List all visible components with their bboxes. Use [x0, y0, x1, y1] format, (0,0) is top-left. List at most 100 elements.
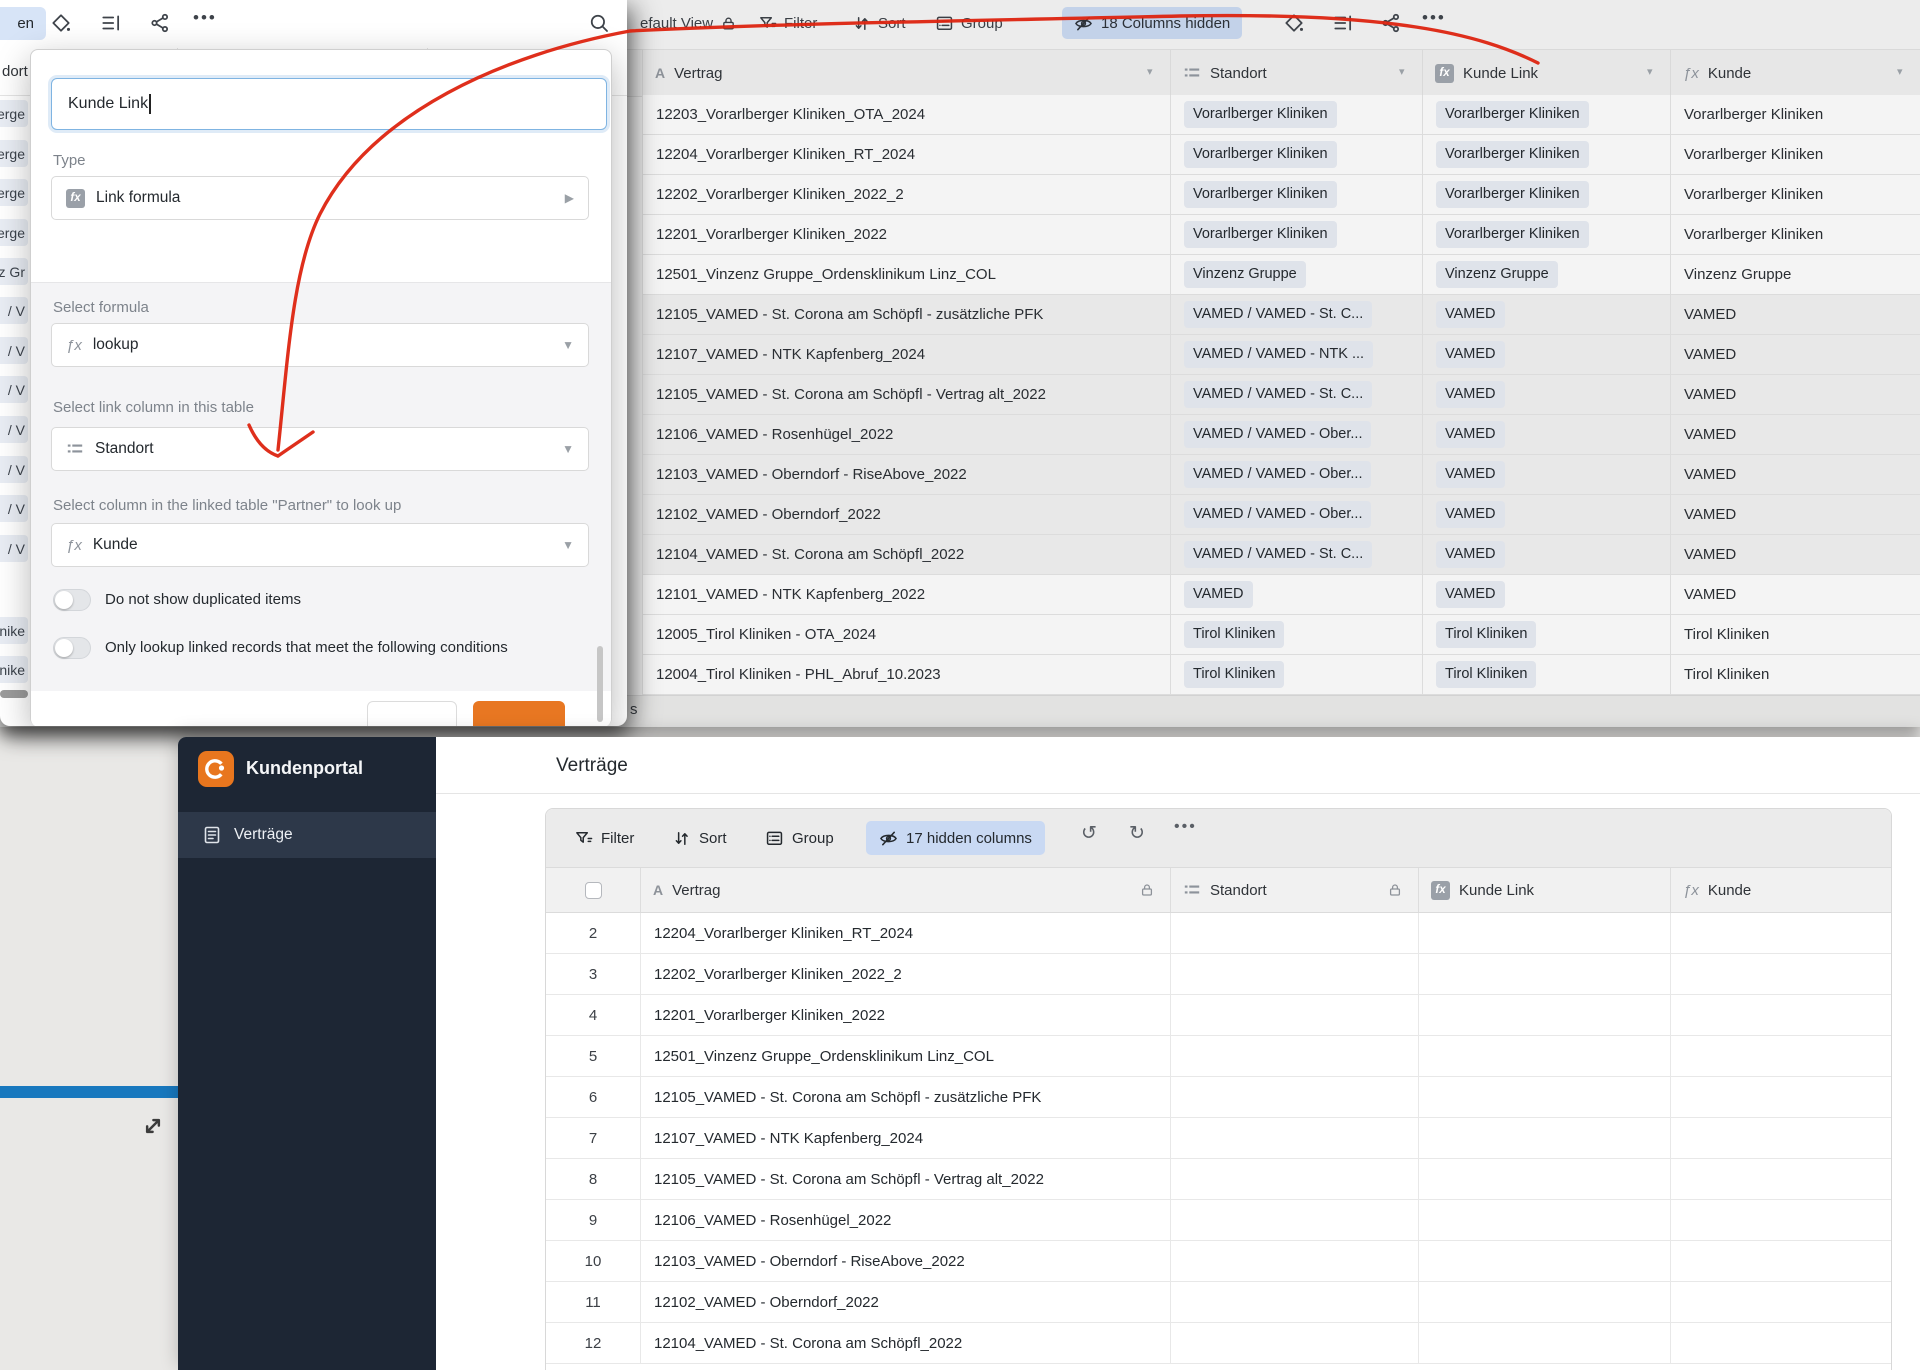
group-button[interactable]: Group — [935, 10, 1003, 36]
bucket-icon[interactable] — [50, 12, 72, 34]
cell-kunde[interactable] — [1671, 1118, 1891, 1158]
text-cursor — [149, 94, 151, 114]
cell-standort[interactable] — [1171, 1241, 1419, 1281]
cell-standort[interactable] — [1171, 1077, 1419, 1117]
cell-vertrag[interactable]: 12105_VAMED - St. Corona am Schöpfl - zu… — [641, 1077, 1171, 1117]
cell-kunde-link[interactable] — [1419, 1036, 1671, 1076]
more-options-icon[interactable]: ••• — [1174, 818, 1197, 836]
cell-vertrag[interactable]: 12103_VAMED - Oberndorf - RiseAbove_2022 — [641, 1241, 1171, 1281]
sort-button[interactable]: Sort — [672, 825, 727, 851]
cell-standort[interactable] — [1171, 1323, 1419, 1363]
cell-standort[interactable] — [1171, 954, 1419, 994]
cell-kunde-link[interactable] — [1419, 913, 1671, 953]
columns-hidden-button-fragment[interactable]: en — [0, 7, 46, 40]
cell-vertrag[interactable]: 12104_VAMED - St. Corona am Schöpfl_2022 — [641, 1323, 1171, 1363]
cell-vertrag[interactable]: 12107_VAMED - NTK Kapfenberg_2024 — [641, 1118, 1171, 1158]
column-header-standort[interactable]: Standort ▾ — [1170, 50, 1422, 96]
cell-vertrag[interactable]: 12204_Vorarlberger Kliniken_RT_2024 — [641, 913, 1171, 953]
filter-button[interactable]: Filter — [758, 10, 817, 36]
cell-standort[interactable] — [1171, 1200, 1419, 1240]
cell-kunde[interactable] — [1671, 913, 1891, 953]
cell-standort[interactable] — [1171, 995, 1419, 1035]
cell-kunde[interactable] — [1671, 1282, 1891, 1322]
cell-standort[interactable] — [1171, 1282, 1419, 1322]
column-header-kunde[interactable]: ƒx Kunde ▾ — [1670, 50, 1920, 96]
cell-vertrag[interactable]: 12105_VAMED - St. Corona am Schöpfl - Ve… — [641, 1159, 1171, 1199]
column-header-standort[interactable]: Standort — [1171, 868, 1419, 912]
type-select[interactable]: fx Link formula ▶ — [51, 176, 589, 220]
clipped-cell-tag: / V — [0, 416, 28, 443]
row-height-icon[interactable] — [100, 12, 122, 34]
cancel-button[interactable] — [367, 701, 457, 726]
sort-button[interactable]: Sort — [852, 10, 906, 36]
select-all-checkbox[interactable] — [584, 881, 602, 899]
search-icon[interactable] — [588, 12, 610, 34]
view-name[interactable]: efault View — [640, 10, 737, 36]
cell-vertrag[interactable]: 12202_Vorarlberger Kliniken_2022_2 — [641, 954, 1171, 994]
cell-vertrag[interactable]: 12102_VAMED - Oberndorf_2022 — [641, 1282, 1171, 1322]
cell-kunde[interactable] — [1671, 1077, 1891, 1117]
cell-kunde[interactable] — [1671, 995, 1891, 1035]
chevron-down-icon[interactable]: ▾ — [1647, 65, 1653, 78]
share-icon[interactable] — [1380, 12, 1402, 34]
cell-standort[interactable] — [1171, 913, 1419, 953]
expand-icon[interactable] — [140, 1113, 166, 1139]
more-options-icon[interactable]: ••• — [1422, 8, 1444, 30]
lookup-column-select[interactable]: ƒx Kunde ▼ — [51, 523, 589, 567]
cell-kunde[interactable] — [1671, 1200, 1891, 1240]
formula-select[interactable]: ƒx lookup ▼ — [51, 323, 589, 367]
cell-vertrag[interactable]: 12106_VAMED - Rosenhügel_2022 — [641, 1200, 1171, 1240]
cell-standort[interactable] — [1171, 1159, 1419, 1199]
column-header-kunde-link[interactable]: fx Kunde Link ▾ — [1422, 50, 1670, 96]
column-header-vertrag[interactable]: A Vertrag ▾ — [642, 50, 1170, 96]
hidden-columns-button[interactable]: 17 hidden columns — [866, 821, 1045, 855]
type-value: Link formula — [96, 189, 181, 206]
cell-vertrag[interactable]: 12501_Vinzenz Gruppe_Ordensklinikum Linz… — [641, 1036, 1171, 1076]
column-header-vertrag[interactable]: A Vertrag — [641, 868, 1171, 912]
cell-kunde-link[interactable] — [1419, 1159, 1671, 1199]
cell-kunde-link[interactable] — [1419, 1241, 1671, 1281]
column-header-kunde[interactable]: ƒx Kunde — [1671, 868, 1891, 912]
cell-kunde-link[interactable] — [1419, 954, 1671, 994]
conditions-toggle[interactable] — [53, 637, 91, 659]
column-header-kunde-link[interactable]: fx Kunde Link — [1419, 868, 1671, 912]
share-icon[interactable] — [149, 12, 171, 34]
cell-kunde[interactable] — [1671, 1241, 1891, 1281]
cell-kunde-link[interactable] — [1419, 1077, 1671, 1117]
cell-kunde: VAMED — [1684, 346, 1737, 363]
toggle-knob — [55, 639, 73, 657]
submit-button[interactable] — [473, 701, 565, 726]
columns-hidden-button[interactable]: 18 Columns hidden — [1062, 7, 1243, 39]
cell-kunde-link[interactable] — [1419, 1118, 1671, 1158]
group-button[interactable]: Group — [765, 825, 834, 851]
cell-standort[interactable] — [1171, 1036, 1419, 1076]
link-column-select[interactable]: Standort ▼ — [51, 427, 589, 471]
chevron-down-icon[interactable]: ▾ — [1897, 65, 1903, 78]
cell-kunde[interactable] — [1671, 1323, 1891, 1363]
cell-kunde-link[interactable] — [1419, 1282, 1671, 1322]
horizontal-scrollbar-thumb[interactable] — [0, 690, 28, 698]
popup-scrollbar-thumb[interactable] — [597, 646, 603, 722]
cell-kunde[interactable] — [1671, 1036, 1891, 1076]
more-options-icon[interactable]: ••• — [193, 8, 215, 30]
redo-icon[interactable]: ↻ — [1129, 822, 1145, 845]
standort-tag: VAMED — [1184, 581, 1253, 608]
cell-vertrag[interactable]: 12201_Vorarlberger Kliniken_2022 — [641, 995, 1171, 1035]
sidebar-item-vertraege[interactable]: Verträge — [178, 812, 436, 858]
duplicates-toggle[interactable] — [53, 589, 91, 611]
cell-kunde: Vorarlberger Kliniken — [1684, 146, 1824, 163]
cell-kunde[interactable] — [1671, 1159, 1891, 1199]
cell-kunde[interactable] — [1671, 954, 1891, 994]
filter-button[interactable]: Filter — [574, 825, 634, 851]
bucket-icon[interactable] — [1283, 12, 1305, 34]
chevron-down-icon[interactable]: ▾ — [1399, 65, 1405, 78]
cell-standort[interactable] — [1171, 1118, 1419, 1158]
chevron-down-icon[interactable]: ▾ — [1147, 65, 1153, 78]
column-name-input[interactable]: Kunde Link — [51, 78, 607, 130]
chevron-down-icon: ▼ — [562, 442, 574, 456]
row-height-icon[interactable] — [1332, 12, 1354, 34]
cell-kunde-link[interactable] — [1419, 995, 1671, 1035]
cell-kunde-link[interactable] — [1419, 1200, 1671, 1240]
cell-kunde-link[interactable] — [1419, 1323, 1671, 1363]
undo-icon[interactable]: ↺ — [1081, 822, 1097, 845]
